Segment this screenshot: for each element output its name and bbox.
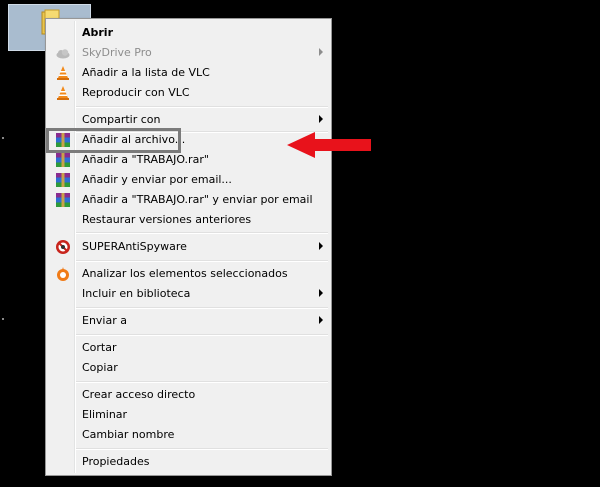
avast-icon [57, 267, 69, 281]
vlc-cone-icon [57, 66, 69, 80]
menu-item-label: Abrir [82, 26, 114, 39]
menu-item-label: SUPERAntiSpyware [82, 240, 187, 253]
winrar-icon [56, 193, 70, 207]
menu-item-label: SkyDrive Pro [82, 46, 152, 59]
desktop-speck [2, 318, 4, 320]
menu-item-label: Añadir y enviar por email... [82, 173, 232, 186]
menu-item-label: Copiar [82, 361, 118, 374]
menu-item-skydrive-pro[interactable]: SkyDrive Pro [48, 43, 329, 63]
menu-item-propiedades[interactable]: Propiedades [48, 452, 329, 472]
menu-separator [76, 260, 328, 262]
submenu-arrow-icon [319, 316, 323, 324]
vlc-cone-icon [57, 86, 69, 100]
menu-item-label: Cambiar nombre [82, 428, 175, 441]
menu-item-copiar[interactable]: Copiar [48, 358, 329, 378]
menu-separator [76, 106, 328, 108]
menu-item-incluir-biblioteca[interactable]: Incluir en biblioteca [48, 284, 329, 304]
menu-item-compartir-con[interactable]: Compartir con [48, 110, 329, 130]
winrar-icon [56, 173, 70, 187]
submenu-arrow-icon [319, 242, 323, 250]
menu-item-label: Añadir a "TRABAJO.rar" [82, 153, 209, 166]
menu-item-cortar[interactable]: Cortar [48, 338, 329, 358]
menu-item-label: Enviar a [82, 314, 127, 327]
menu-item-label: Propiedades [82, 455, 150, 468]
menu-item-anadir-enviar-email[interactable]: Añadir y enviar por email... [48, 170, 329, 190]
menu-separator [76, 307, 328, 309]
menu-item-label: Crear acceso directo [82, 388, 196, 401]
menu-item-eliminar[interactable]: Eliminar [48, 405, 329, 425]
menu-item-superantispyware[interactable]: SUPERAntiSpyware [48, 237, 329, 257]
cloud-icon [56, 49, 70, 59]
submenu-arrow-icon [319, 48, 323, 56]
menu-item-abrir[interactable]: Abrir [48, 23, 329, 43]
highlight-frame [46, 128, 181, 153]
menu-separator [76, 232, 328, 234]
menu-item-label: Eliminar [82, 408, 128, 421]
context-menu: Abrir SkyDrive Pro Añadir a la lista de … [45, 18, 332, 476]
desktop-speck [2, 137, 4, 139]
menu-item-label: Restaurar versiones anteriores [82, 213, 252, 226]
menu-item-label: Añadir a "TRABAJO.rar" y enviar por emai… [82, 193, 313, 206]
menu-item-label: Cortar [82, 341, 117, 354]
menu-item-label: Compartir con [82, 113, 161, 126]
menu-separator [76, 334, 328, 336]
winrar-icon [56, 153, 70, 167]
menu-item-vlc-add-list[interactable]: Añadir a la lista de VLC [48, 63, 329, 83]
menu-item-restaurar-versiones[interactable]: Restaurar versiones anteriores [48, 210, 329, 230]
menu-item-label: Incluir en biblioteca [82, 287, 191, 300]
submenu-arrow-icon [319, 115, 323, 123]
menu-item-label: Reproducir con VLC [82, 86, 190, 99]
menu-item-label: Añadir a la lista de VLC [82, 66, 210, 79]
menu-item-anadir-rar-enviar-email[interactable]: Añadir a "TRABAJO.rar" y enviar por emai… [48, 190, 329, 210]
red-arrow-pointer-icon [287, 132, 371, 158]
menu-item-cambiar-nombre[interactable]: Cambiar nombre [48, 425, 329, 445]
menu-item-crear-acceso-directo[interactable]: Crear acceso directo [48, 385, 329, 405]
menu-item-vlc-play[interactable]: Reproducir con VLC [48, 83, 329, 103]
menu-item-analizar[interactable]: Analizar los elementos seleccionados [48, 264, 329, 284]
menu-item-enviar-a[interactable]: Enviar a [48, 311, 329, 331]
menu-separator [76, 381, 328, 383]
menu-separator [76, 448, 328, 450]
submenu-arrow-icon [319, 289, 323, 297]
superantispyware-icon [56, 240, 70, 254]
menu-item-label: Analizar los elementos seleccionados [82, 267, 288, 280]
